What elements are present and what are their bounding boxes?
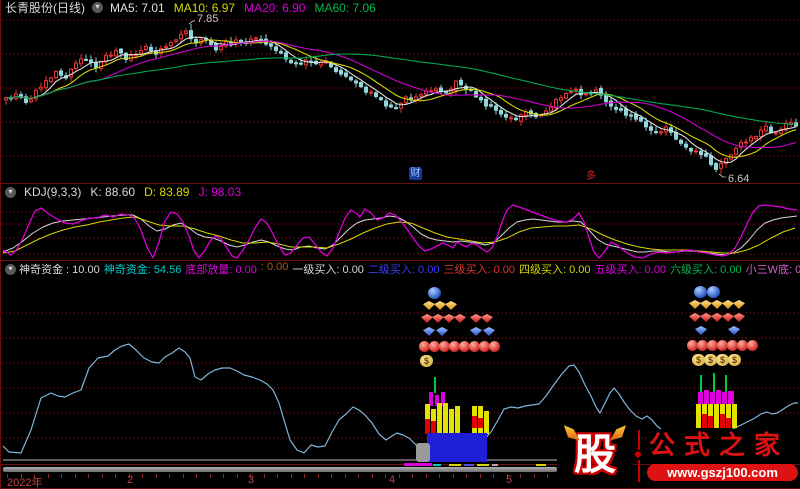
diamond-icon: ◆	[634, 449, 642, 460]
logo-site-name: 公式之家	[649, 429, 799, 462]
fund-indicator-label: 三级买入: 0.00	[443, 264, 515, 276]
x-axis-tick	[169, 474, 170, 478]
fortune-marker-badge: 财	[409, 167, 422, 180]
x-axis-tick	[291, 474, 292, 478]
x-axis-tick	[547, 474, 548, 478]
fund-indicator-label: 小三W底: 0.00	[745, 264, 800, 276]
fund-indicator-label: 六级买入: 0.00	[670, 264, 742, 276]
x-axis-tick	[183, 474, 184, 478]
x-axis-tick	[210, 474, 211, 478]
x-axis-tick	[439, 474, 440, 478]
x-axis-tick	[453, 474, 454, 478]
ma-label: MA5: 7.01	[110, 0, 165, 15]
x-axis-tick	[466, 474, 467, 478]
x-axis-tick	[115, 474, 116, 478]
fund-indicator-label: 神奇资金: 54.56	[103, 264, 182, 276]
x-axis-tick	[534, 474, 535, 478]
x-axis-tick	[196, 474, 197, 478]
x-axis-tick	[156, 474, 157, 478]
collapse-fund-icon[interactable]: ▾	[5, 263, 16, 275]
fund-indicator-label: 四级买入: 0.00	[519, 264, 591, 276]
x-axis-tick	[480, 474, 481, 478]
collapse-main-icon[interactable]: ▾	[92, 2, 103, 13]
x-axis-tick	[223, 474, 224, 478]
x-axis-label: 3	[248, 474, 255, 486]
x-axis-tick	[61, 474, 62, 478]
main-chart-header: 长青股份(日线) ▾ MA5: 7.01 MA10: 6.97 MA20: 6.90…	[1, 1, 800, 16]
logo-bull-icon: 股	[557, 425, 633, 484]
x-axis-tick	[493, 474, 494, 478]
x-axis-tick	[385, 474, 386, 478]
ma-label: MA10: 6.97	[173, 0, 236, 15]
x-axis-label: 2	[127, 474, 134, 486]
fund-indicator-label: : 0.00	[260, 261, 289, 273]
x-axis-tick	[264, 474, 265, 478]
x-axis-tick	[277, 474, 278, 478]
bullish-marker-text: 多	[586, 171, 596, 182]
x-axis-label: 5	[506, 474, 513, 486]
ma-labels: MA5: 7.01 MA10: 6.97 MA20: 6.90 MA60: 7.06	[110, 1, 376, 15]
logo-site-url[interactable]: www.gszj100.com	[647, 464, 798, 481]
x-axis-label: 4	[389, 474, 396, 486]
x-axis-tick	[520, 474, 521, 478]
fund-indicator-label: 神奇资金 : 10.00	[19, 264, 100, 276]
x-axis-tick	[304, 474, 305, 478]
logo-stock-glyph: 股	[563, 425, 626, 481]
svg-text:7.85: 7.85	[197, 13, 218, 25]
x-axis-tick	[142, 474, 143, 478]
x-axis-tick	[372, 474, 373, 478]
ma-label: MA60: 7.06	[314, 0, 376, 15]
fund-indicator-label: 二级买入: 0.00	[367, 264, 440, 276]
trading-app-window: 7.85 6.64 长青股份(日线) ▾ MA5: 7.01 MA10: 6.97 M…	[0, 0, 800, 489]
kdj-chart	[2, 204, 799, 259]
x-axis-tick	[75, 474, 76, 478]
fund-indicator-label: 一级买入: 0.00	[292, 264, 364, 276]
x-axis-tick	[88, 474, 89, 478]
charts-canvas: 7.856.64	[2, 13, 799, 461]
horizontal-scrollbar[interactable]	[3, 467, 557, 472]
kdj-header: ▾ KDJ(9,3,3) K: 88.60 D: 83.89 J: 98.03	[1, 185, 800, 199]
main-candlestick-chart: 7.856.64	[2, 13, 799, 185]
stock-title: 长青股份(日线)	[5, 1, 85, 15]
kdj-label: KDJ(9,3,3)	[24, 185, 82, 199]
x-axis-tick	[237, 474, 238, 478]
x-axis-tick	[331, 474, 332, 478]
fund-indicator-labels: 神奇资金 : 10.00 神奇资金: 54.56 底部放量: 0.00: 0.00 一…	[19, 261, 800, 277]
x-axis-label: 2022年	[7, 477, 43, 489]
x-axis-tick	[412, 474, 413, 478]
x-axis-tick	[345, 474, 346, 478]
fund-indicator-label: 五级买入: 0.00	[594, 264, 667, 276]
collapse-kdj-icon[interactable]: ▾	[5, 186, 16, 198]
x-axis-tick	[399, 474, 400, 478]
x-axis-tick	[426, 474, 427, 478]
kdj-labels: KDJ(9,3,3) K: 88.60 D: 83.89 J: 98.03	[24, 185, 241, 199]
kdj-label: J: 98.03	[198, 185, 242, 199]
logo-divider: ◆	[634, 430, 642, 482]
x-axis-tick	[358, 474, 359, 478]
fund-indicator-header: ▾ 神奇资金 : 10.00 神奇资金: 54.56 底部放量: 0.00: 0.0…	[1, 261, 800, 277]
ma-label: MA20: 6.90	[244, 0, 306, 15]
x-axis-tick	[102, 474, 103, 478]
fund-indicator-label: 底部放量: 0.00	[185, 264, 257, 276]
x-axis-tick	[318, 474, 319, 478]
panel-divider	[1, 183, 800, 184]
kdj-label: K: 88.60	[90, 185, 136, 199]
x-axis-tick	[48, 474, 49, 478]
kdj-label: D: 83.89	[144, 185, 190, 199]
